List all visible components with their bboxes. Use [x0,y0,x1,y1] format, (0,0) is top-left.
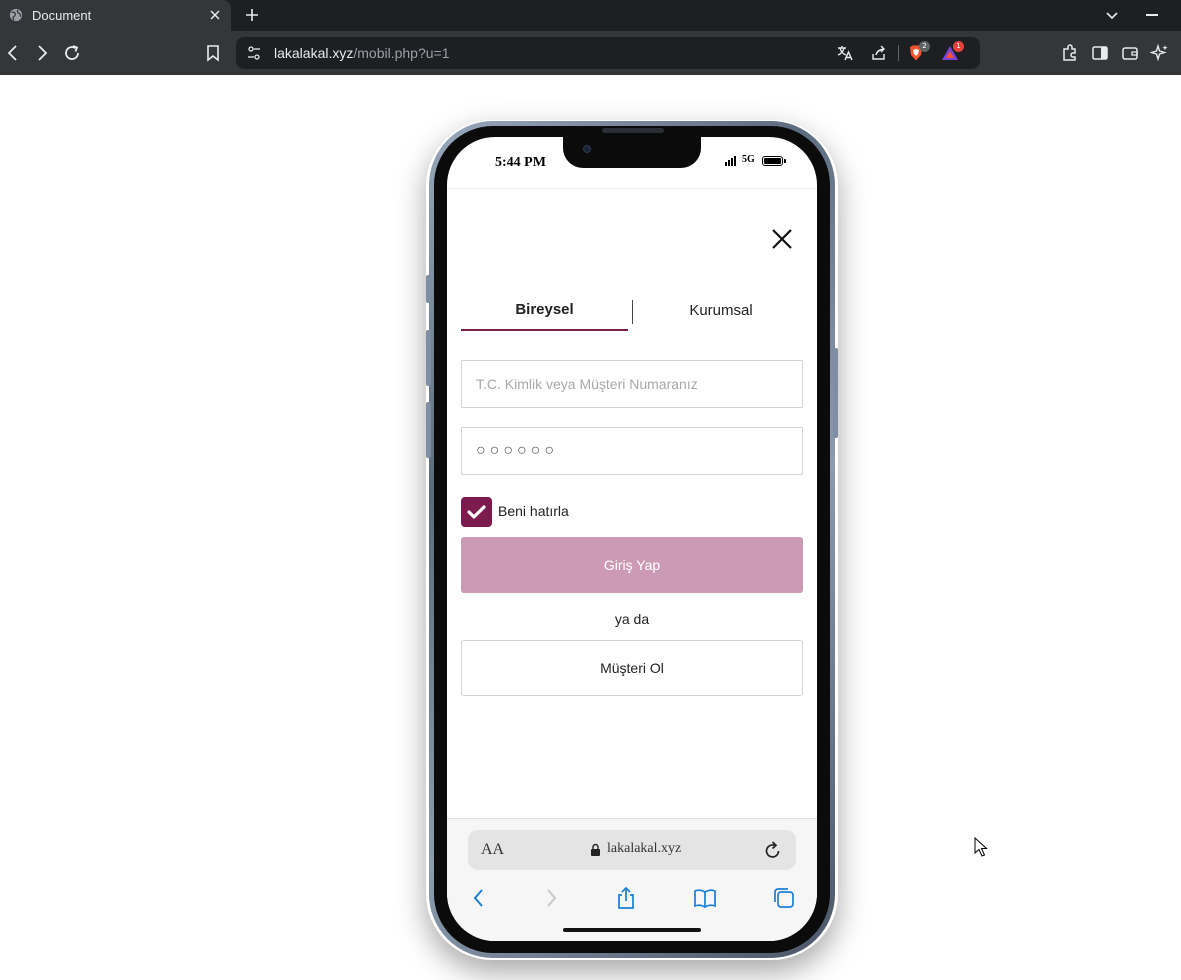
reload-icon[interactable] [62,43,82,63]
checkmark-icon [467,505,486,519]
back-arrow-icon[interactable] [3,43,23,63]
tab-title: Document [32,8,92,23]
cellular-signal-icon [725,154,739,166]
reader-aa-button[interactable]: AA [481,841,504,859]
extensions-icon[interactable] [1060,43,1080,63]
leo-ai-icon[interactable] [1150,43,1170,63]
safari-address-bar[interactable]: AA lakalakal.xyz [468,830,796,870]
tab-corporate-label: Kurumsal [689,302,753,319]
phone-power-button [833,348,838,438]
network-type: 5G [742,154,755,165]
translate-icon[interactable] [836,44,854,62]
safari-forward-icon[interactable] [539,886,563,910]
sidebar-icon[interactable] [1090,43,1110,63]
or-divider-text: ya da [614,611,650,627]
phone-volume-down [426,402,431,458]
header-divider [447,188,817,189]
battery-icon [762,156,783,166]
browser-tab[interactable]: Document [0,0,231,31]
phone-speaker [602,128,664,133]
rewards-badge: 1 [953,41,964,52]
safari-back-icon[interactable] [467,886,491,910]
safari-share-icon[interactable] [614,886,638,910]
phone-volume-up [426,330,431,386]
omnibox-divider [898,45,899,61]
tab-separator [632,300,633,324]
brave-shield-badge: 2 [919,41,930,52]
lock-icon [591,843,600,856]
battery-tip [784,159,786,163]
mouse-cursor-icon [974,837,988,857]
safari-bottom-bar: AA lakalakal.xyz [447,818,817,941]
phone-mute-switch [426,275,431,303]
front-camera [583,145,591,153]
close-icon[interactable] [770,227,794,251]
minimize-icon[interactable] [1146,14,1158,16]
status-time: 5:44 PM [495,155,546,170]
tab-corporate[interactable]: Kurumsal [637,297,805,331]
remember-me-checkbox[interactable] [461,497,492,527]
url-path: /mobil.php?u=1 [353,45,450,61]
phone-screen: 5:44 PM 5G Bireysel Kurumsal Beni hatırl… [447,137,817,941]
safari-tabs-icon[interactable] [772,886,796,910]
share-icon[interactable] [870,44,888,62]
site-settings-icon[interactable] [246,45,262,61]
browser-toolbar: lakalakal.xyz/mobil.php?u=1 2 1 [0,31,1181,75]
wallet-icon[interactable] [1120,43,1140,63]
chevron-down-icon[interactable] [1104,7,1120,23]
customer-id-input[interactable] [461,360,803,408]
phone-notch [563,137,701,168]
url-text: lakalakal.xyz/mobil.php?u=1 [274,45,450,61]
plus-icon[interactable] [243,6,261,24]
address-bar[interactable]: lakalakal.xyz/mobil.php?u=1 2 1 [236,37,980,69]
browser-tab-bar: Document [0,0,1181,31]
tab-individual[interactable]: Bireysel [461,297,628,331]
login-button[interactable]: Giriş Yap [461,537,803,593]
safari-bookmarks-icon[interactable] [693,886,717,910]
close-icon[interactable] [207,7,223,23]
tab-individual-label: Bireysel [515,301,574,318]
become-customer-button[interactable]: Müşteri Ol [461,640,803,696]
remember-me-label[interactable]: Beni hatırla [498,503,569,519]
safari-host: lakalakal.xyz [607,841,682,856]
reload-icon[interactable] [764,840,782,860]
password-input[interactable] [461,427,803,475]
globe-icon [9,8,23,22]
forward-arrow-icon[interactable] [32,43,52,63]
aa-label: AA [481,841,505,858]
url-host: lakalakal.xyz [274,45,354,61]
bookmark-icon[interactable] [203,43,223,63]
home-indicator [563,928,701,932]
